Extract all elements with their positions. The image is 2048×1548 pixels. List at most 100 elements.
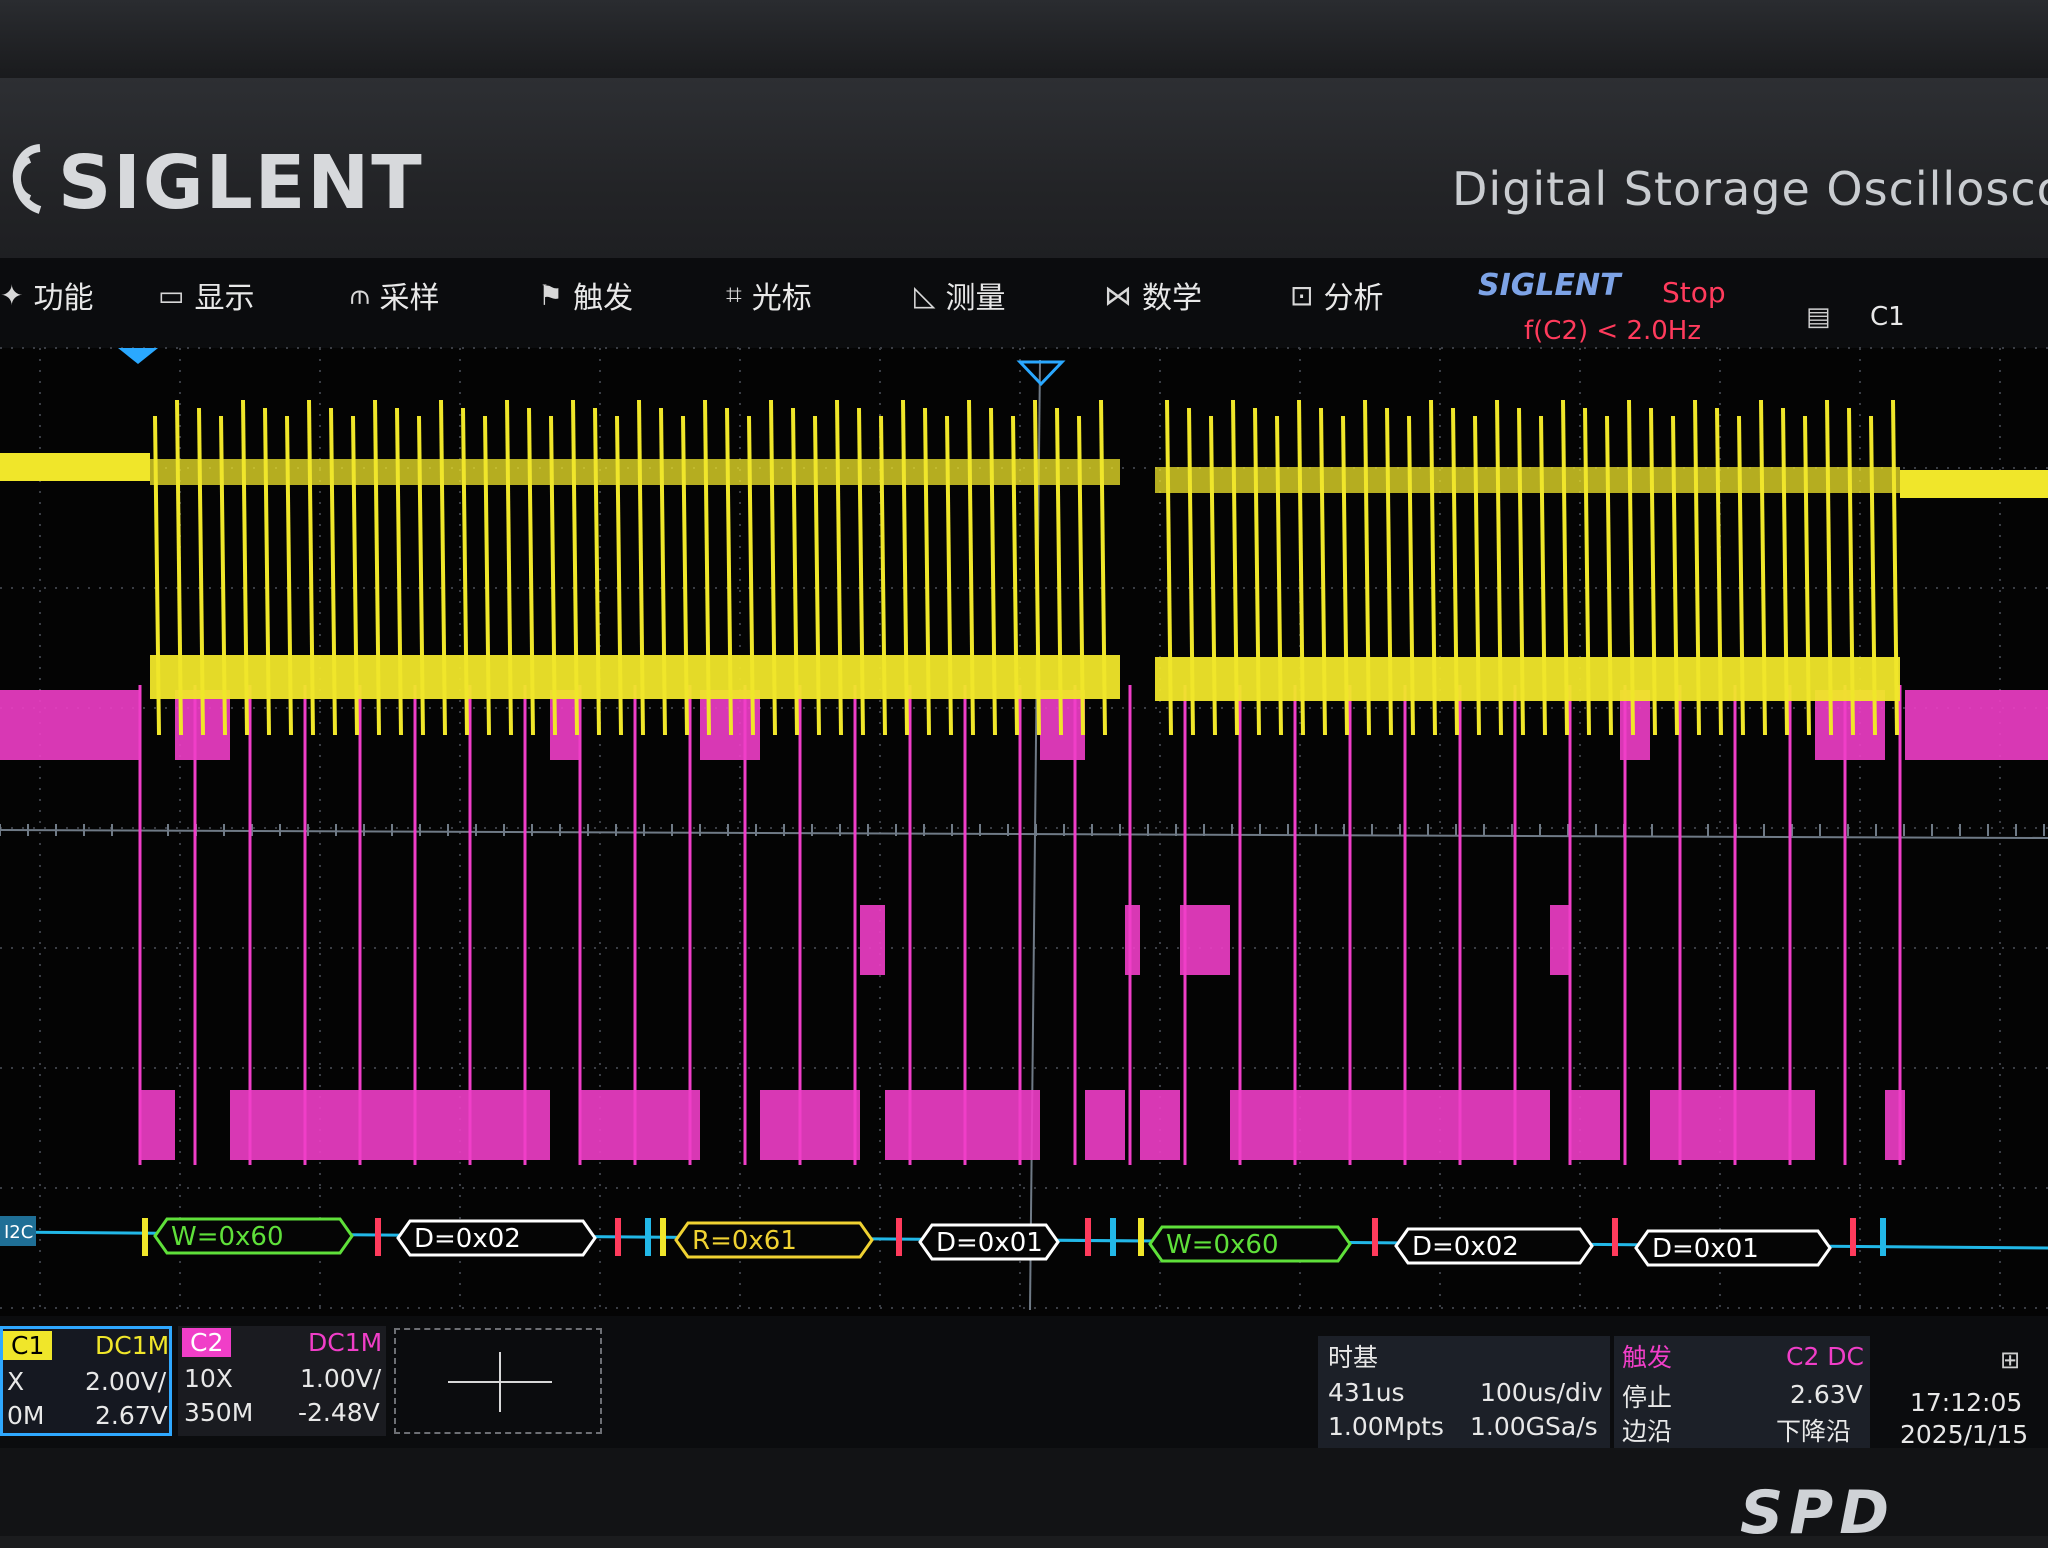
timebase-scale: 100us/div	[1480, 1378, 1603, 1407]
ch2-probe: 10X	[184, 1364, 233, 1393]
menu-function-label: 功能	[33, 281, 94, 316]
menu-trigger[interactable]: ⚑ 触发	[538, 270, 633, 320]
ch2-label: C2	[182, 1328, 232, 1357]
ch1-burst-low	[150, 655, 1120, 699]
decode-boundary-mark	[1612, 1218, 1618, 1256]
ch1-burst-high	[150, 459, 1120, 485]
ch2-segment	[140, 1090, 175, 1160]
ch2-trace	[0, 685, 2048, 1165]
trigger-markers	[118, 348, 1066, 387]
ch2-segment	[760, 1090, 860, 1160]
bus-label: I2C	[4, 1222, 33, 1243]
trigger-delay-marker	[1016, 360, 1066, 387]
display-icon: ▭	[158, 278, 185, 312]
run-state-badge[interactable]: Stop	[1662, 276, 1726, 309]
menu-analysis-label: 分析	[1323, 281, 1384, 316]
ch2-segment	[1570, 1090, 1620, 1160]
bezel-top	[0, 0, 2048, 90]
brand-logo: SIGLENT	[58, 140, 424, 226]
plus-icon	[448, 1352, 552, 1412]
decode-boundary-mark	[1850, 1218, 1856, 1256]
clipboard-icon[interactable]: ▤	[1806, 302, 1831, 332]
siglent-logo-icon	[12, 144, 42, 214]
ch1-label: C1	[3, 1331, 53, 1360]
menu-measure[interactable]: ◺ 测量	[914, 270, 1006, 320]
trigger-source: C2 DC	[1786, 1342, 1865, 1371]
timebase-title: 时基	[1328, 1343, 1379, 1372]
measure-icon: ◺	[914, 278, 936, 312]
timebase-panel[interactable]: 时基 431us 100us/div 1.00Mpts 1.00GSa/s	[1318, 1336, 1610, 1448]
decode-boundary-mark	[1880, 1218, 1886, 1256]
ch1-idle-high-end	[1900, 470, 2048, 498]
decode-boundary-mark	[645, 1218, 651, 1256]
menu-bar	[0, 258, 2048, 348]
ch2-segment	[1125, 905, 1140, 975]
ch2-segment	[1085, 1090, 1125, 1160]
ch1-bandwidth: 0M	[7, 1401, 45, 1430]
decode-frame-label: W=0x60	[1166, 1230, 1279, 1260]
menu-math-label: 数学	[1142, 281, 1202, 316]
decode-boundary-mark	[1138, 1218, 1144, 1256]
ch2-segment	[1550, 905, 1570, 975]
ch2-segment	[0, 690, 140, 760]
ch2-segment	[1140, 1090, 1180, 1160]
cursor-icon: ⌗	[726, 278, 742, 311]
trigger-title: 触发	[1622, 1343, 1673, 1372]
menu-math[interactable]: ⋈ 数学	[1104, 270, 1202, 320]
decode-boundary-mark	[375, 1218, 381, 1256]
menu-cursor[interactable]: ⌗ 光标	[726, 270, 812, 320]
ch2-segment	[1230, 1090, 1550, 1160]
ch2-segment	[395, 1090, 550, 1160]
acquire-icon: ⫙	[350, 278, 370, 311]
ch1-settings-panel[interactable]: C1 DC1M X 2.00V/ 0M 2.67V	[0, 1326, 172, 1436]
decode-frame-label: W=0x60	[171, 1222, 284, 1252]
ch2-segment	[580, 1090, 700, 1160]
ch1-offset: 2.67V	[95, 1401, 168, 1430]
ch2-coupling: DC1M	[308, 1328, 383, 1357]
ch2-segment	[1885, 1090, 1905, 1160]
ch1-coupling: DC1M	[95, 1331, 170, 1360]
ch2-offset: -2.48V	[298, 1398, 380, 1427]
math-icon: ⋈	[1104, 278, 1132, 312]
timebase-delay: 431us	[1328, 1378, 1405, 1407]
bottom-logo: SPD	[1740, 1478, 1895, 1548]
decode-frame-label: D=0x02	[414, 1224, 521, 1254]
trigger-slope: 下降沿	[1776, 1417, 1852, 1446]
menu-analysis[interactable]: ⊡ 分析	[1290, 270, 1383, 320]
menu-measure-label: 测量	[945, 281, 1006, 316]
ch2-segment	[885, 1090, 1040, 1160]
ch2-bandwidth: 350M	[184, 1398, 254, 1427]
trigger-source-readout[interactable]: C1	[1870, 302, 1905, 332]
ch1-trace	[0, 399, 2048, 736]
decode-frame-label: D=0x01	[1652, 1234, 1759, 1264]
clock-panel: ⊞ 17:12:05 2025/1/15	[1880, 1340, 2048, 1449]
ch1-burst-high2	[1155, 467, 1900, 493]
waveform-display[interactable]: I2C W=0x60 D=0x02 R=0x61 D=0x01 W=0x60 D=0x02…	[0, 340, 2048, 1316]
decode-frame-label: R=0x61	[692, 1226, 797, 1256]
ch2-settings-panel[interactable]: C2 DC1M 10X 1.00V/ 350M -2.48V	[178, 1326, 386, 1436]
decode-boundary-mark	[1085, 1218, 1091, 1256]
function-icon: ✦	[0, 278, 24, 312]
trigger-flag-icon: ⚑	[538, 278, 564, 312]
timebase-memory: 1.00Mpts	[1328, 1412, 1444, 1441]
status-brand: SIGLENT	[1478, 268, 1621, 303]
menu-acquire-label: 采样	[379, 281, 440, 316]
decode-boundary-mark	[1372, 1218, 1378, 1256]
add-channel-button[interactable]	[394, 1328, 602, 1434]
decode-frame-label: D=0x01	[936, 1228, 1043, 1258]
menu-display[interactable]: ▭ 显示	[158, 270, 254, 320]
model-text: Digital Storage Oscillosco	[1452, 162, 2048, 216]
clock-time: 17:12:05	[1910, 1388, 2023, 1417]
menu-cursor-label: 光标	[751, 281, 812, 316]
decode-boundary-mark	[615, 1218, 621, 1256]
trigger-type: 边沿	[1622, 1417, 1673, 1446]
network-icon: ⊞	[2000, 1346, 2021, 1374]
decode-boundary-mark	[896, 1218, 902, 1256]
menu-function[interactable]: ✦ 功能	[0, 270, 93, 320]
ch2-segment	[1905, 690, 2048, 760]
menu-acquire[interactable]: ⫙ 采样	[350, 270, 440, 320]
timebase-sample-rate: 1.00GSa/s	[1470, 1412, 1598, 1441]
analysis-icon: ⊡	[1290, 278, 1314, 312]
trigger-panel[interactable]: 触发 C2 DC 停止 2.63V 边沿 下降沿	[1614, 1336, 1870, 1448]
ch2-segment	[360, 1090, 395, 1160]
